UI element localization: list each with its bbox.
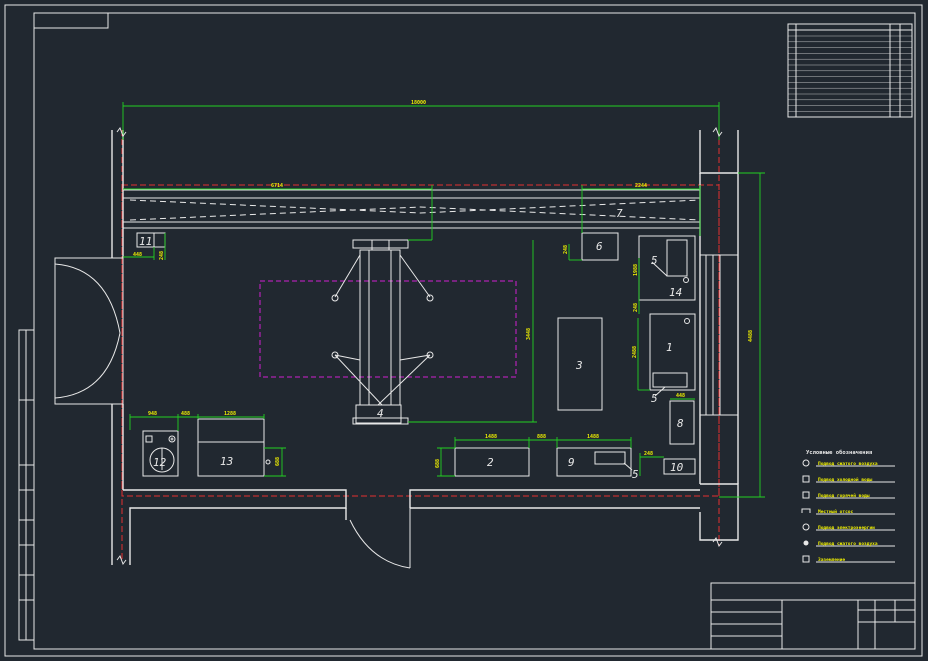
legend-symbol-air2-icon (803, 540, 809, 546)
label-5c: 5 (632, 468, 639, 481)
legend-item-label: Подвод электроэнергии (818, 525, 875, 531)
dim-right-block: 2244 (635, 183, 647, 189)
dim-h13: 688 (275, 457, 281, 466)
specification-table (787, 23, 913, 118)
label-4: 4 (377, 407, 384, 420)
legend-symbol-exhaust-icon (801, 508, 811, 513)
dim-height-right: 4488 (748, 330, 754, 342)
dim-w12: 948 (148, 411, 157, 417)
dim-gap29: 888 (537, 434, 546, 440)
legend-item-label: Заземление (818, 557, 845, 563)
label-8: 8 (677, 417, 684, 430)
label-10: 10 (670, 461, 684, 474)
label-13: 13 (220, 455, 233, 468)
equipment-2: 2 (454, 447, 530, 477)
legend-symbol-cold-icon (802, 475, 810, 483)
legend-symbol-hot-icon (802, 491, 810, 499)
legend-item-label: Подвод холодной воды (818, 477, 872, 483)
title-block (710, 582, 916, 650)
label-7: 7 (616, 207, 623, 220)
equipment-1: 1 5 (649, 313, 696, 405)
label-9: 9 (568, 456, 575, 469)
legend-item-label: Подвод сжатого воздуха (818, 541, 878, 547)
lift-4: 4 (331, 239, 434, 425)
bottom-door (349, 508, 411, 569)
label-11: 11 (139, 235, 152, 248)
side-stamp (18, 329, 35, 641)
legend-item-label: Подвод горячей воды (818, 493, 870, 499)
dim-h6: 248 (563, 245, 569, 254)
dim-h2: 688 (435, 459, 441, 468)
legend-item-label: Подвод сжатого воздуха (818, 461, 878, 467)
drawing-canvas: 4 3 6 11 5 14 1 5 8 10 2 9 5 12 13 7 180… (4, 4, 923, 657)
equipment-13: 13 (197, 418, 271, 477)
label-2: 2 (487, 456, 494, 469)
sheet-frame (4, 4, 923, 657)
dim-post: 3448 (526, 328, 532, 340)
legend-title: Условные обозначения (806, 449, 872, 456)
equipment-9: 9 5 (556, 447, 639, 481)
dim-crane: 6714 (271, 183, 283, 189)
equipment-6: 6 (581, 232, 619, 261)
entrance-door (54, 257, 124, 405)
equipment-8: 8 (669, 400, 695, 445)
dim-h1: 2488 (632, 346, 638, 358)
equipment-14: 5 14 (638, 235, 696, 301)
label-1: 1 (666, 341, 673, 354)
legend: Условные обозначения Подвод сжатого возд… (801, 449, 895, 563)
dim-w2: 1488 (485, 434, 497, 440)
dim-gap14: 248 (633, 303, 639, 312)
equipment-3: 3 (557, 317, 603, 411)
work-zone (259, 280, 517, 378)
label-14: 14 (669, 286, 682, 299)
dim-h11: 248 (159, 251, 165, 260)
label-12: 12 (153, 456, 167, 469)
dim-w11: 448 (133, 252, 142, 258)
label-6: 6 (596, 240, 603, 253)
label-5a: 5 (651, 254, 658, 267)
label-3: 3 (575, 359, 583, 372)
dim-w13: 1288 (224, 411, 236, 417)
dim-w9: 1488 (587, 434, 599, 440)
legend-symbol-ground-icon (802, 555, 810, 563)
dim-h14: 1988 (633, 264, 639, 276)
equipment-10: 10 (663, 458, 696, 475)
equipment-11: 11 (136, 232, 166, 248)
dim-gap12: 488 (181, 411, 190, 417)
dim-w8: 448 (676, 393, 685, 399)
dim-gap10: 248 (644, 451, 653, 457)
legend-symbol-power-icon (802, 523, 810, 531)
building-walls (111, 130, 739, 565)
legend-symbol-air-icon (802, 459, 810, 467)
axis-lines (121, 130, 720, 560)
dim-overall: 18000 (411, 100, 426, 106)
equipment-12: 12 (142, 430, 179, 477)
legend-item-label: Местный отсос (818, 509, 854, 515)
label-5b: 5 (651, 392, 658, 405)
